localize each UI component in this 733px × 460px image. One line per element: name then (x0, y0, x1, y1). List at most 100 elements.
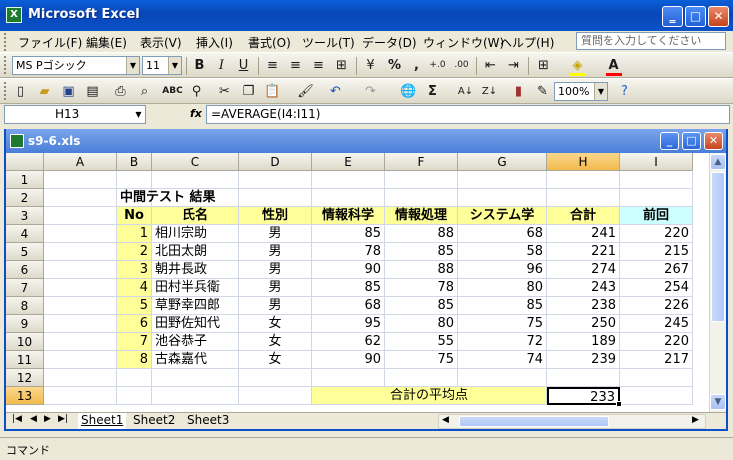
sheet-tab-2[interactable]: Sheet2 (130, 413, 178, 429)
maximize-button[interactable]: □ (685, 6, 706, 27)
table-header-cell[interactable]: 前回 (620, 207, 693, 225)
table-cell[interactable]: 90 (312, 351, 385, 369)
open-folder-icon[interactable]: ▰ (34, 81, 55, 102)
cell[interactable] (152, 171, 239, 189)
column-header[interactable]: H (547, 153, 620, 171)
cell[interactable] (44, 297, 117, 315)
table-cell[interactable]: 85 (458, 297, 547, 315)
table-cell[interactable]: 90 (312, 261, 385, 279)
table-cell[interactable]: 池谷恭子 (152, 333, 239, 351)
vertical-scroll-thumb[interactable] (711, 172, 725, 322)
chevron-down-icon[interactable]: ▼ (126, 57, 139, 74)
menu-view[interactable]: 表示(V) (140, 34, 182, 51)
table-cell[interactable]: 相川宗助 (152, 225, 239, 243)
cell[interactable] (312, 171, 385, 189)
table-cell[interactable]: 6 (117, 315, 152, 333)
table-cell[interactable]: 215 (620, 243, 693, 261)
font-name-select[interactable]: MS Pゴシック (12, 56, 140, 75)
save-icon[interactable]: ▣ (58, 81, 79, 102)
table-cell[interactable]: 221 (547, 243, 620, 261)
cell[interactable] (44, 171, 117, 189)
table-cell[interactable]: 85 (312, 225, 385, 243)
drawing-icon[interactable]: ✎ (532, 81, 553, 102)
table-cell[interactable]: 241 (547, 225, 620, 243)
chart-wizard-icon[interactable]: ▮ (508, 81, 529, 102)
cell[interactable] (312, 369, 385, 387)
hyperlink-icon[interactable]: 🌐 (398, 81, 419, 102)
row-header[interactable]: 2 (6, 189, 44, 207)
horizontal-scrollbar[interactable]: ◀ ▶ (438, 414, 706, 429)
workbook-close-button[interactable]: ✕ (704, 132, 723, 150)
percent-button[interactable]: % (384, 55, 405, 76)
chevron-down-icon[interactable]: ▼ (594, 83, 607, 100)
cell[interactable] (44, 261, 117, 279)
column-header[interactable]: C (152, 153, 239, 171)
cell[interactable] (312, 189, 385, 207)
row-header[interactable]: 11 (6, 351, 44, 369)
row-header[interactable]: 9 (6, 315, 44, 333)
table-cell[interactable]: 238 (547, 297, 620, 315)
bold-button[interactable]: B (189, 55, 210, 76)
table-cell[interactable]: 78 (385, 279, 458, 297)
cell[interactable] (117, 387, 152, 405)
table-cell[interactable]: 男 (239, 243, 312, 261)
prev-sheet-icon[interactable]: ◀ (30, 414, 37, 424)
column-header[interactable]: G (458, 153, 547, 171)
workbook-minimize-button[interactable]: _ (660, 132, 679, 150)
scroll-up-button[interactable]: ▲ (710, 154, 726, 170)
average-label-cell[interactable]: 合計の平均点 (312, 387, 547, 405)
table-cell[interactable]: 55 (385, 333, 458, 351)
table-cell[interactable]: 72 (458, 333, 547, 351)
table-cell[interactable]: 田野佐知代 (152, 315, 239, 333)
comma-button[interactable]: , (406, 55, 427, 76)
decrease-decimal-button[interactable]: .00 (451, 55, 472, 76)
cell[interactable] (547, 171, 620, 189)
chevron-down-icon[interactable]: ▼ (132, 106, 145, 123)
research-icon[interactable]: ⚲ (186, 81, 207, 102)
menu-grip[interactable] (4, 33, 7, 51)
currency-icon[interactable]: ¥ (360, 55, 381, 76)
table-cell[interactable]: 62 (312, 333, 385, 351)
cell[interactable] (385, 171, 458, 189)
row-header[interactable]: 13 (6, 387, 44, 405)
table-cell[interactable]: 女 (239, 351, 312, 369)
toolbar-grip[interactable] (4, 82, 7, 100)
increase-indent-icon[interactable]: ⇥ (503, 55, 524, 76)
sort-descending-icon[interactable]: Z↓ (479, 81, 500, 102)
cell[interactable] (620, 189, 693, 207)
toolbar-grip[interactable] (4, 56, 7, 74)
cell[interactable] (44, 369, 117, 387)
cell[interactable] (547, 189, 620, 207)
table-cell[interactable]: 田村半兵衛 (152, 279, 239, 297)
table-cell[interactable]: 8 (117, 351, 152, 369)
table-cell[interactable]: 226 (620, 297, 693, 315)
horizontal-scroll-thumb[interactable] (459, 416, 609, 427)
align-left-icon[interactable]: ≡ (262, 55, 283, 76)
merge-center-icon[interactable]: ⊞ (331, 55, 352, 76)
insert-function-button[interactable]: fx (190, 107, 202, 120)
table-header-cell[interactable]: No (117, 207, 152, 225)
row-header[interactable]: 5 (6, 243, 44, 261)
permission-icon[interactable]: ▤ (82, 81, 103, 102)
table-header-cell[interactable]: 情報処理 (385, 207, 458, 225)
table-cell[interactable]: 女 (239, 333, 312, 351)
table-cell[interactable]: 74 (458, 351, 547, 369)
increase-decimal-button[interactable]: +.0 (427, 55, 448, 76)
cell[interactable] (239, 387, 312, 405)
table-cell[interactable]: 96 (458, 261, 547, 279)
copy-icon[interactable]: ❐ (238, 81, 259, 102)
excel-app-icon[interactable]: X (6, 7, 22, 23)
cell[interactable] (458, 369, 547, 387)
print-icon[interactable]: ⎙ (110, 81, 131, 102)
minimize-button[interactable]: ‗ (662, 6, 683, 27)
cell[interactable] (152, 369, 239, 387)
table-cell[interactable]: 古森嘉代 (152, 351, 239, 369)
column-header[interactable]: D (239, 153, 312, 171)
select-all-corner[interactable] (6, 153, 44, 171)
cell[interactable] (620, 387, 693, 405)
table-cell[interactable]: 220 (620, 333, 693, 351)
table-cell[interactable]: 2 (117, 243, 152, 261)
cell[interactable] (117, 171, 152, 189)
row-header[interactable]: 6 (6, 261, 44, 279)
table-cell[interactable]: 75 (458, 315, 547, 333)
